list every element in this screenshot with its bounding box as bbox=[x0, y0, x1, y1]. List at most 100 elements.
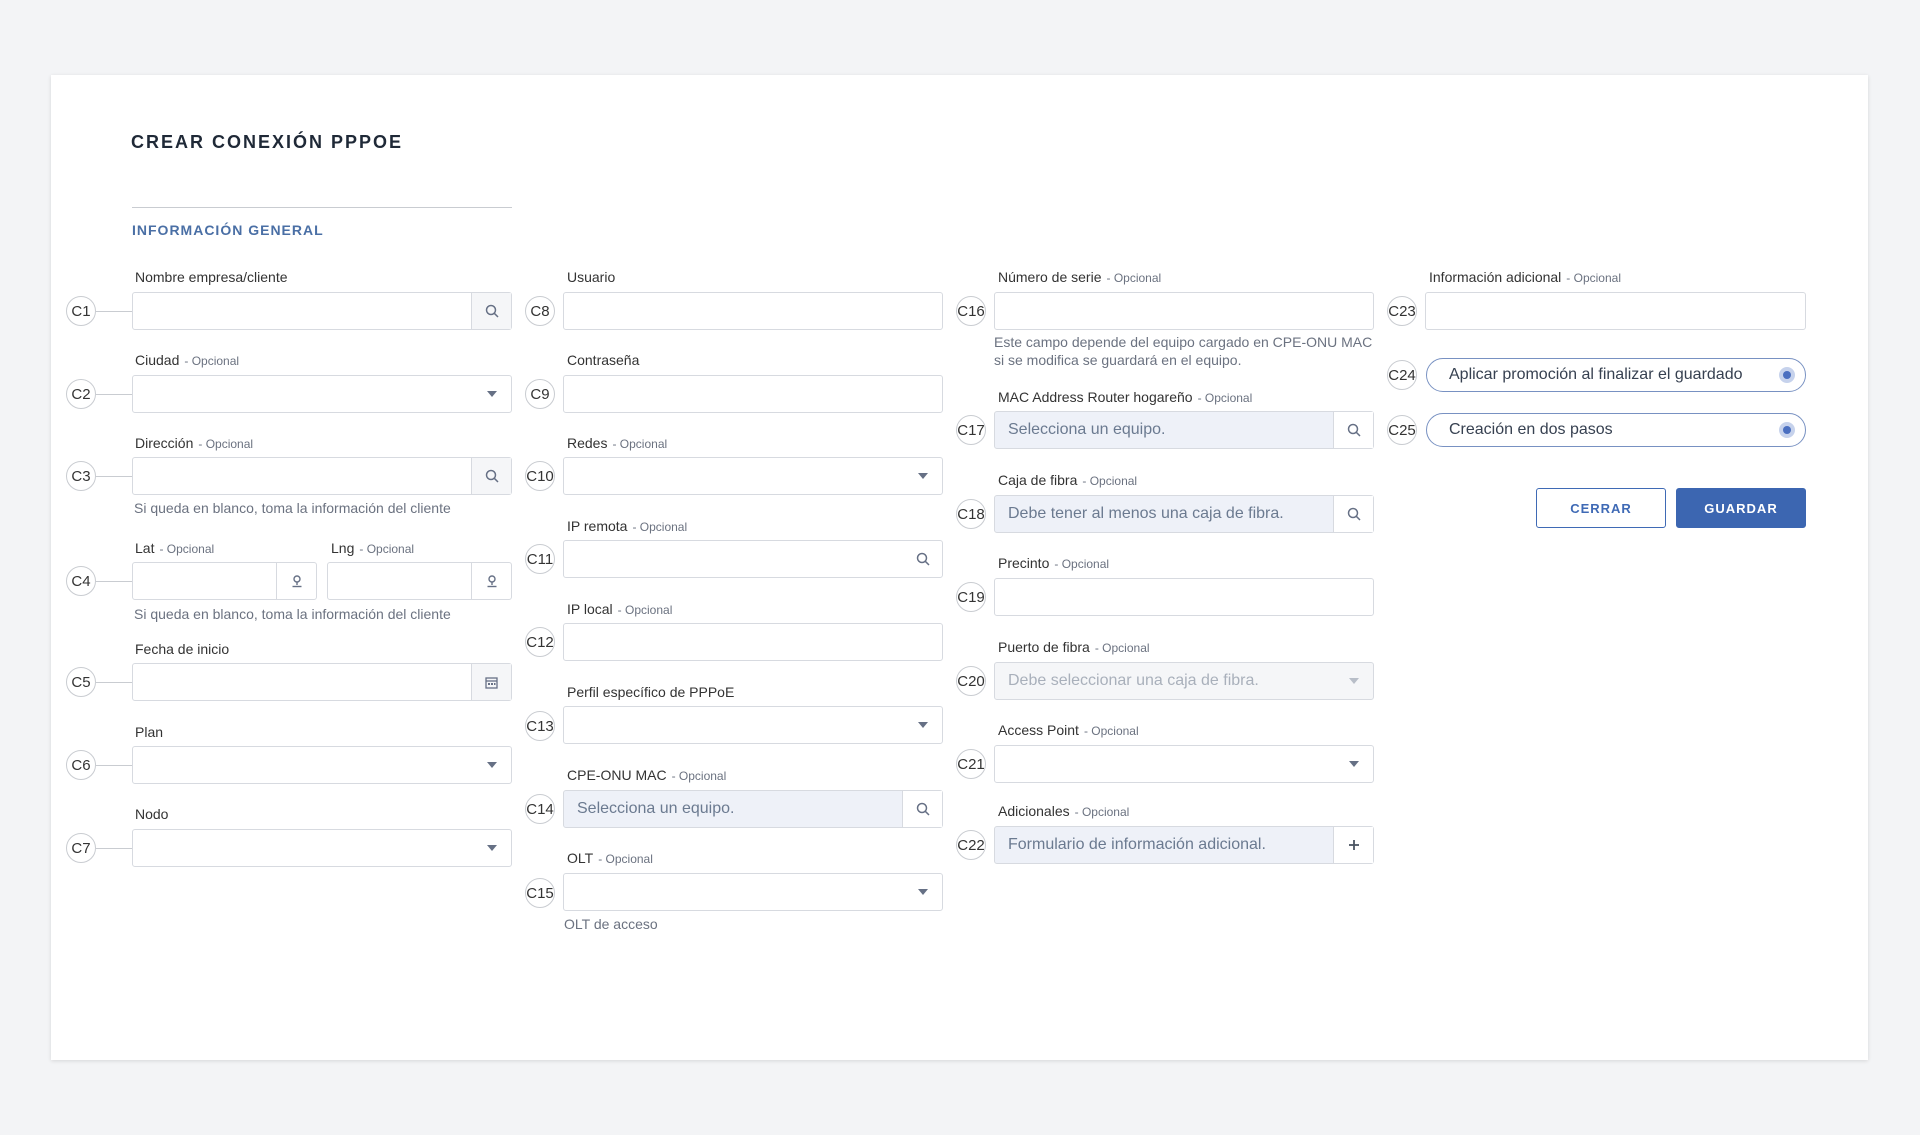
cpe-search-button[interactable] bbox=[902, 791, 942, 827]
nombre-input[interactable] bbox=[133, 293, 473, 329]
usuario-input[interactable] bbox=[564, 293, 942, 329]
perfil-select[interactable] bbox=[563, 706, 943, 744]
direccion-help: Si queda en blanco, toma la información … bbox=[134, 500, 451, 516]
caja-label: Caja de fibra - Opcional bbox=[998, 472, 1138, 488]
redes-label: Redes - Opcional bbox=[567, 435, 668, 451]
adicionales-field[interactable] bbox=[994, 826, 1374, 864]
info-adicional-field[interactable] bbox=[1425, 292, 1806, 330]
mac-router-input[interactable] bbox=[995, 412, 1335, 448]
map-pin-icon bbox=[292, 575, 301, 588]
badge-connector bbox=[96, 682, 132, 683]
fecha-label: Fecha de inicio bbox=[135, 641, 230, 657]
plan-input[interactable] bbox=[133, 747, 473, 783]
ip-local-input[interactable] bbox=[564, 624, 942, 660]
olt-help: OLT de acceso bbox=[564, 916, 658, 932]
badge-c1: C1 bbox=[66, 296, 96, 326]
close-button[interactable]: CERRAR bbox=[1536, 488, 1666, 528]
fecha-input[interactable] bbox=[133, 664, 473, 700]
chevron-down-icon bbox=[1348, 761, 1359, 767]
cpe-field[interactable] bbox=[563, 790, 943, 828]
caja-field[interactable] bbox=[994, 495, 1374, 533]
serie-label: Número de serie - Opcional bbox=[998, 269, 1162, 285]
info-adicional-input[interactable] bbox=[1426, 293, 1805, 329]
badge-connector bbox=[96, 311, 132, 312]
mac-router-field[interactable] bbox=[994, 411, 1374, 449]
direccion-field[interactable] bbox=[132, 457, 512, 495]
info-adicional-label: Información adicional - Opcional bbox=[1429, 269, 1621, 285]
save-button[interactable]: GUARDAR bbox=[1676, 488, 1806, 528]
precinto-input[interactable] bbox=[995, 579, 1373, 615]
ip-remota-input[interactable] bbox=[564, 541, 904, 577]
ciudad-select[interactable] bbox=[132, 375, 512, 413]
redes-select[interactable] bbox=[563, 457, 943, 495]
nombre-field[interactable] bbox=[132, 292, 512, 330]
promo-toggle[interactable]: Aplicar promoción al finalizar el guarda… bbox=[1426, 358, 1806, 392]
nodo-dropdown-toggle[interactable] bbox=[472, 830, 511, 866]
chevron-down-icon bbox=[917, 473, 928, 479]
olt-input[interactable] bbox=[564, 874, 904, 910]
promo-radio-indicator[interactable] bbox=[1779, 367, 1795, 383]
ip-remota-field[interactable] bbox=[563, 540, 943, 578]
lng-field[interactable] bbox=[327, 562, 512, 600]
contrasena-input[interactable] bbox=[564, 376, 942, 412]
perfil-dropdown-toggle[interactable] bbox=[903, 707, 942, 743]
ciudad-dropdown-toggle[interactable] bbox=[472, 376, 511, 412]
badge-c21: C21 bbox=[956, 749, 986, 779]
olt-dropdown-toggle[interactable] bbox=[903, 874, 942, 910]
adicionales-label: Adicionales - Opcional bbox=[998, 803, 1130, 819]
nodo-input[interactable] bbox=[133, 830, 473, 866]
nodo-select[interactable] bbox=[132, 829, 512, 867]
ciudad-input[interactable] bbox=[133, 376, 473, 412]
caja-input[interactable] bbox=[995, 496, 1335, 532]
adicionales-add-button[interactable] bbox=[1333, 827, 1373, 863]
caja-search-button[interactable] bbox=[1333, 496, 1373, 532]
fecha-calendar-button[interactable] bbox=[471, 664, 511, 700]
badge-c3: C3 bbox=[66, 461, 96, 491]
plan-dropdown-toggle[interactable] bbox=[472, 747, 511, 783]
redes-dropdown-toggle[interactable] bbox=[903, 458, 942, 494]
fecha-field[interactable] bbox=[132, 663, 512, 701]
access-point-input[interactable] bbox=[995, 746, 1335, 782]
direccion-input[interactable] bbox=[133, 458, 473, 494]
serie-input[interactable] bbox=[995, 293, 1373, 329]
plan-select[interactable] bbox=[132, 746, 512, 784]
mac-router-search-button[interactable] bbox=[1333, 412, 1373, 448]
plus-icon bbox=[1348, 840, 1359, 850]
badge-c9: C9 bbox=[525, 379, 555, 409]
nombre-search-button[interactable] bbox=[471, 293, 511, 329]
usuario-field[interactable] bbox=[563, 292, 943, 330]
lat-input[interactable] bbox=[133, 563, 278, 599]
badge-c7: C7 bbox=[66, 833, 96, 863]
search-icon bbox=[1347, 423, 1361, 437]
lat-location-button[interactable] bbox=[276, 563, 316, 599]
contrasena-field[interactable] bbox=[563, 375, 943, 413]
direccion-search-button[interactable] bbox=[471, 458, 511, 494]
perfil-input[interactable] bbox=[564, 707, 904, 743]
map-pin-icon bbox=[487, 575, 496, 588]
mac-router-label: MAC Address Router hogareño - Opcional bbox=[998, 389, 1253, 405]
cpe-input[interactable] bbox=[564, 791, 904, 827]
lng-location-button[interactable] bbox=[471, 563, 511, 599]
badge-c16: C16 bbox=[956, 296, 986, 326]
redes-input[interactable] bbox=[564, 458, 904, 494]
adicionales-input[interactable] bbox=[995, 827, 1335, 863]
direccion-label: Dirección - Opcional bbox=[135, 435, 254, 451]
badge-c24: C24 bbox=[1387, 360, 1417, 390]
precinto-field[interactable] bbox=[994, 578, 1374, 616]
badge-c6: C6 bbox=[66, 750, 96, 780]
dos-pasos-radio-indicator[interactable] bbox=[1779, 422, 1795, 438]
badge-connector bbox=[96, 476, 132, 477]
serie-field[interactable] bbox=[994, 292, 1374, 330]
badge-connector bbox=[96, 765, 132, 766]
olt-select[interactable] bbox=[563, 873, 943, 911]
access-point-dropdown-toggle[interactable] bbox=[1334, 746, 1373, 782]
lat-field[interactable] bbox=[132, 562, 317, 600]
ip-remota-search-button[interactable] bbox=[903, 541, 942, 577]
perfil-label: Perfil específico de PPPoE bbox=[567, 684, 735, 700]
ip-local-field[interactable] bbox=[563, 623, 943, 661]
dos-pasos-toggle[interactable]: Creación en dos pasos bbox=[1426, 413, 1806, 447]
access-point-select[interactable] bbox=[994, 745, 1374, 783]
lng-label: Lng - Opcional bbox=[331, 540, 415, 556]
badge-c2: C2 bbox=[66, 379, 96, 409]
lng-input[interactable] bbox=[328, 563, 473, 599]
